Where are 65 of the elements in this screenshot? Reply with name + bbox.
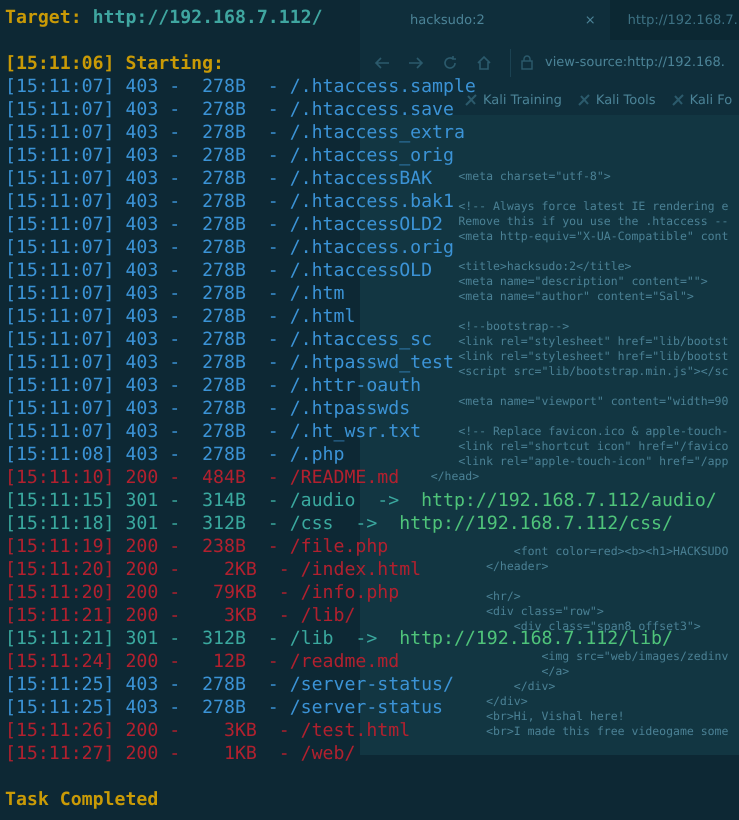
log-line: [15:11:07] 403 - 278B - /.httr-oauth (5, 375, 422, 396)
status-message: Task Completed (5, 789, 158, 810)
source-line: </a> (540, 664, 570, 679)
log-line: [15:11:07] 403 - 278B - /.html (5, 306, 356, 327)
log-line: [15:11:07] 403 - 278B - /.htaccess.save (5, 99, 454, 120)
log-line: [15:11:20] 200 - 79KB - /info.php (5, 582, 400, 603)
log-line: [15:11:08] 403 - 278B - /.php (5, 444, 344, 465)
log-line: [15:11:24] 200 - 12B - /readme.md (5, 651, 400, 672)
source-line: <div class="row"> (485, 604, 605, 619)
target-url: http://192.168.7.112/ (92, 7, 323, 28)
source-line: <meta name="viewport" content="width=90 (457, 394, 730, 409)
browser-tab[interactable]: hacksudo:2 × (360, 0, 610, 40)
target-label: Target: (5, 7, 82, 28)
address-text: view-source:http://192.168. (545, 55, 725, 70)
reload-icon[interactable] (442, 54, 458, 70)
close-icon[interactable]: × (584, 12, 596, 28)
source-line: <link rel="shortcut icon" href="/favico (457, 439, 730, 454)
log-line: [15:11:07] 403 - 278B - /.htaccessOLD (5, 260, 432, 281)
source-line: <!--bootstrap--> (457, 319, 570, 334)
log-line: [15:11:07] 403 - 278B - /.ht_wsr.txt (5, 421, 422, 442)
bookmark-link[interactable]: Kali Tools (578, 92, 656, 108)
log-line: [15:11:07] 403 - 278B - /.htpasswds (5, 398, 410, 419)
source-line: <script src="lib/bootstrap.min.js"></sc (457, 364, 730, 379)
log-line: [15:11:07] 403 - 278B - /.htaccess.bak1 (5, 191, 454, 212)
log-line: [15:11:21] 200 - 3KB - /lib/ (5, 605, 356, 626)
log-line: [15:11:07] 403 - 278B - /.htaccess_sc (5, 329, 432, 350)
log-line: [15:11:27] 200 - 1KB - /web/ (5, 743, 356, 764)
log-line: [15:11:07] 403 - 278B - /.htaccessOLD2 (5, 214, 443, 235)
tab-title: http://192.168.7. (628, 12, 738, 28)
log-line: [15:11:15] 301 - 314B - /audio -> (5, 490, 400, 511)
source-line: <br>Hi, Vishal here! (485, 709, 626, 724)
log-line: [15:11:10] 200 - 484B - /README.md (5, 467, 400, 488)
log-line: [15:11:07] 403 - 278B - /.htaccess.orig (5, 237, 454, 258)
log-line: [15:11:07] 403 - 278B - /.htm (5, 283, 344, 304)
log-line: [15:11:26] 200 - 3KB - /test.html (5, 720, 410, 741)
source-line: <link rel="apple-touch-icon" href="/app (457, 454, 730, 469)
back-icon[interactable] (374, 56, 390, 70)
redirect-url: http://192.168.7.112/audio/ (420, 490, 717, 511)
log-line: [15:11:18] 301 - 312B - /css -> (5, 513, 378, 534)
source-line: </head> (430, 469, 480, 484)
log-line: [15:11:20] 200 - 2KB - /index.html (5, 559, 422, 580)
log-line: [15:11:07] 403 - 278B - /.htpasswd_test (5, 352, 454, 373)
redirect-url: http://192.168.7.112/css/ (398, 513, 673, 534)
tab-title: hacksudo:2 (410, 12, 485, 28)
lock-icon (521, 55, 533, 70)
source-line: <font color=red><b><h1>HACKSUDO (512, 544, 730, 559)
log-line: [15:11:19] 200 - 238B - /file.php (5, 536, 388, 557)
forward-icon[interactable] (408, 56, 424, 70)
log-line: [15:11:07] 403 - 278B - /.htaccess_orig (5, 145, 454, 166)
log-line: [15:11:21] 301 - 312B - /lib -> (5, 628, 378, 649)
source-line: <meta http-equiv="X-UA-Compatible" cont (457, 229, 730, 244)
source-line: <meta name="description" content=""> (457, 274, 709, 289)
source-line: <br>I made this free videogame some (485, 724, 730, 739)
bookmark-link[interactable]: Kali Fo (672, 92, 732, 108)
browser-tab[interactable]: http://192.168.7. (610, 0, 739, 40)
log-line: [15:11:25] 403 - 278B - /server-status/ (5, 674, 454, 695)
address-bar[interactable]: view-source:http://192.168. (510, 48, 725, 76)
log-line: [15:11:07] 403 - 278B - /.htaccessBAK (5, 168, 432, 189)
source-line: <meta name="author" content="Sal"> (457, 289, 695, 304)
source-line: <img src="web/images/zedinv (540, 649, 730, 664)
source-line: <hr/> (485, 589, 522, 604)
start-line: [15:11:06] Starting: (5, 53, 224, 74)
log-line: [15:11:07] 403 - 278B - /.htaccess_extra (5, 122, 465, 143)
home-icon[interactable] (476, 54, 492, 70)
log-line: [15:11:25] 403 - 278B - /server-status (5, 697, 443, 718)
